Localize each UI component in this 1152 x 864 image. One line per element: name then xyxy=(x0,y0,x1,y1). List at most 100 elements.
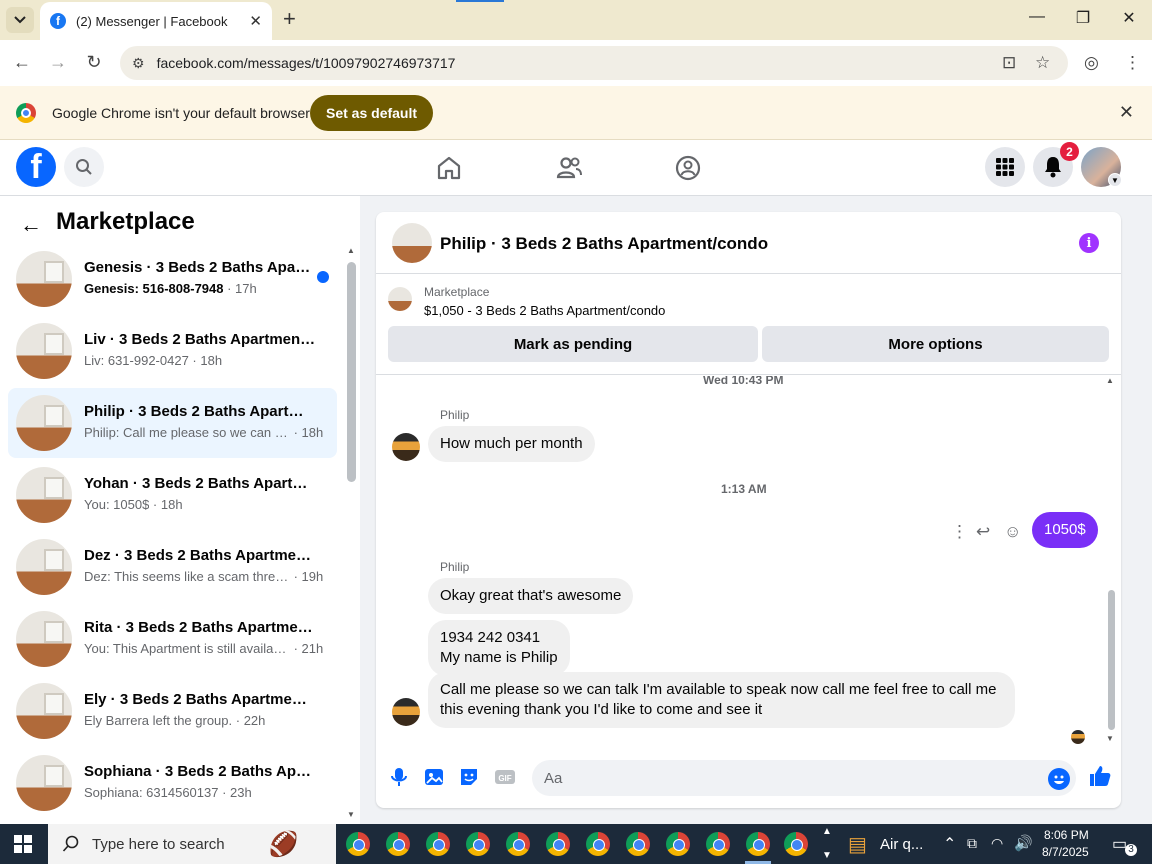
message-bubble[interactable]: Okay great that's awesome xyxy=(428,578,634,614)
listing-thumbnail xyxy=(16,611,72,667)
conversation-item-philip[interactable]: Philip · 3 Beds 2 Baths Apartme... Phili… xyxy=(8,388,337,458)
infobar-close-icon[interactable]: ✕ xyxy=(1119,102,1134,123)
show-hidden-icons-icon[interactable]: ⌃ xyxy=(943,834,956,854)
address-bar[interactable]: ⚙ facebook.com/messages/t/10097902746973… xyxy=(120,46,1068,80)
mark-as-pending-button[interactable]: Mark as pending xyxy=(388,326,758,362)
message-bubble[interactable]: 1934 242 0341 My name is Philip xyxy=(428,620,570,676)
message-scroll-down-arrow[interactable]: ▼ xyxy=(1106,734,1114,743)
message-composer: GIF Aa xyxy=(376,746,1121,808)
info-icon[interactable]: i xyxy=(1079,233,1099,253)
set-as-default-button[interactable]: Set as default xyxy=(310,95,434,131)
home-icon[interactable] xyxy=(435,154,463,182)
chrome-taskbar-icon[interactable] xyxy=(506,832,530,856)
gif-icon[interactable]: GIF xyxy=(494,766,516,788)
chat-listing-thumbnail[interactable] xyxy=(392,223,432,263)
sidebar-scrollbar[interactable] xyxy=(347,262,356,482)
weather-text[interactable]: Air q... xyxy=(880,836,923,853)
taskbar-scroll-up-icon[interactable]: ▲ xyxy=(822,826,832,837)
chevron-down-icon xyxy=(14,16,26,24)
facebook-search-button[interactable] xyxy=(64,147,104,187)
friends-icon[interactable] xyxy=(555,154,583,182)
conversation-item-dez[interactable]: Dez · 3 Beds 2 Baths Apartment/... Dez: … xyxy=(8,532,337,602)
chrome-taskbar-icon[interactable] xyxy=(426,832,450,856)
install-app-icon[interactable]: ⊡ xyxy=(1002,53,1016,73)
chrome-taskbar-icon[interactable] xyxy=(784,832,808,856)
back-arrow-icon[interactable]: ← xyxy=(20,212,42,238)
chrome-taskbar-icon[interactable] xyxy=(466,832,490,856)
new-tab-button[interactable]: + xyxy=(283,8,296,30)
search-icon xyxy=(62,835,79,852)
notification-badge: 2 xyxy=(1060,142,1079,161)
taskbar-clock-date[interactable]: 8/7/2025 xyxy=(1042,845,1089,859)
message-scrollbar[interactable] xyxy=(1108,590,1115,730)
thumbs-up-icon[interactable] xyxy=(1088,764,1112,788)
chrome-taskbar-icon[interactable] xyxy=(666,832,690,856)
microphone-icon[interactable] xyxy=(388,766,410,788)
message-bubble[interactable]: How much per month xyxy=(428,426,595,462)
back-button[interactable]: ← xyxy=(10,52,34,73)
bookmark-star-icon[interactable]: ☆ xyxy=(1035,53,1050,73)
chat-title[interactable]: Philip · 3 Beds 2 Baths Apartment/condo xyxy=(440,234,768,254)
message-bubble[interactable]: Call me please so we can talk I'm availa… xyxy=(428,672,1015,728)
grid-menu-icon xyxy=(996,158,1014,176)
message-input[interactable]: Aa xyxy=(532,760,1076,796)
conversation-item-sophiana[interactable]: Sophiana · 3 Beds 2 Baths Apart... Sophi… xyxy=(8,748,337,818)
taskbar-clock-time[interactable]: 8:06 PM xyxy=(1044,828,1089,842)
tab-title: (2) Messenger | Facebook xyxy=(76,13,228,29)
scroll-up-arrow[interactable]: ▲ xyxy=(347,246,355,255)
meet-now-icon[interactable]: ⧉ xyxy=(967,835,977,852)
restore-window-button[interactable]: ❐ xyxy=(1068,8,1098,28)
close-window-button[interactable]: ✕ xyxy=(1114,8,1144,28)
react-emoji-icon[interactable]: ☺ xyxy=(1004,522,1021,542)
my-message-bubble[interactable]: 1050$ xyxy=(1032,512,1098,548)
forward-button[interactable]: → xyxy=(46,52,70,73)
emoji-icon[interactable] xyxy=(1048,768,1070,790)
close-tab-icon[interactable]: ✕ xyxy=(249,12,262,30)
conversation-preview: You: 1050$ · 18h xyxy=(84,497,183,512)
sticker-icon[interactable] xyxy=(458,766,480,788)
wifi-icon[interactable]: ◠ xyxy=(991,835,1003,852)
sender-avatar[interactable] xyxy=(392,433,420,461)
conversation-item-rita[interactable]: Rita · 3 Beds 2 Baths Apartment... You: … xyxy=(8,604,337,674)
account-chevron-icon[interactable]: ▼ xyxy=(1108,173,1122,187)
weather-icon[interactable]: ▤ xyxy=(848,832,867,857)
listing-small-thumbnail xyxy=(388,287,412,311)
chrome-taskbar-icon[interactable] xyxy=(586,832,610,856)
conversation-preview: Philip: Call me please so we can ta... ·… xyxy=(84,425,324,440)
message-scroll-up-arrow[interactable]: ▲ xyxy=(1106,376,1114,385)
profile-icon[interactable]: ◎ xyxy=(1084,53,1099,73)
chrome-taskbar-icon[interactable] xyxy=(546,832,570,856)
conversation-item-liv[interactable]: Liv · 3 Beds 2 Baths Apartment/c... Liv:… xyxy=(8,316,337,386)
chrome-taskbar-icon[interactable] xyxy=(626,832,650,856)
chrome-menu-icon[interactable]: ⋮ xyxy=(1124,53,1141,73)
volume-icon[interactable]: 🔊 xyxy=(1014,834,1033,852)
taskbar-search-box[interactable]: Type here to search 🏈 xyxy=(48,824,336,864)
taskbar-scroll-down-icon[interactable]: ▼ xyxy=(822,850,832,861)
tab-search-button[interactable] xyxy=(6,7,34,33)
menu-grid-button[interactable] xyxy=(985,147,1025,187)
minimize-window-button[interactable]: — xyxy=(1022,8,1052,26)
chrome-taskbar-icon[interactable] xyxy=(346,832,370,856)
conversation-item-ely[interactable]: Ely · 3 Beds 2 Baths Apartment/... Ely B… xyxy=(8,676,337,746)
reply-icon[interactable]: ↩ xyxy=(976,522,990,542)
chrome-taskbar-icon-active[interactable] xyxy=(746,832,770,856)
photo-icon[interactable] xyxy=(423,766,445,788)
site-settings-icon[interactable]: ⚙ xyxy=(132,55,145,72)
sender-avatar[interactable] xyxy=(392,698,420,726)
conversation-item-genesis[interactable]: Genesis · 3 Beds 2 Baths Apart... Genesi… xyxy=(8,244,337,314)
chrome-taskbar-icon[interactable] xyxy=(706,832,730,856)
scroll-down-arrow[interactable]: ▼ xyxy=(347,810,355,819)
more-options-button[interactable]: More options xyxy=(762,326,1109,362)
conversation-item-yohan[interactable]: Yohan · 3 Beds 2 Baths Apartme... You: 1… xyxy=(8,460,337,530)
reload-button[interactable]: ↻ xyxy=(82,52,106,73)
more-actions-icon[interactable]: ⋮ xyxy=(951,522,968,542)
listing-thumbnail xyxy=(16,467,72,523)
listing-description[interactable]: $1,050 - 3 Beds 2 Baths Apartment/condo xyxy=(424,303,665,318)
facebook-logo[interactable]: f xyxy=(16,147,56,187)
browser-tab-messenger[interactable]: f (2) Messenger | Facebook ✕ xyxy=(40,2,272,40)
sender-name: Philip xyxy=(440,560,470,574)
message-input-placeholder: Aa xyxy=(544,770,563,787)
windows-start-icon[interactable] xyxy=(14,835,32,853)
groups-icon[interactable] xyxy=(674,154,702,182)
chrome-taskbar-icon[interactable] xyxy=(386,832,410,856)
